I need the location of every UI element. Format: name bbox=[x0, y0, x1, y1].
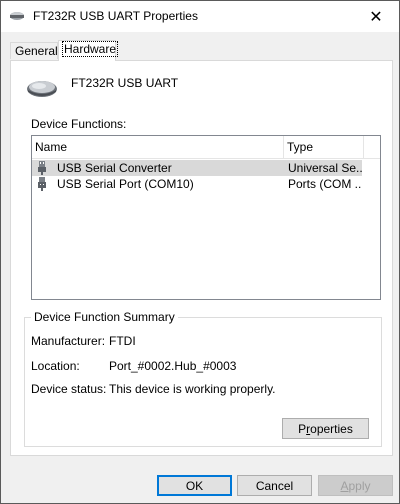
close-button[interactable]: ✕ bbox=[353, 1, 399, 32]
list-item-name: USB Serial Converter bbox=[57, 161, 172, 175]
column-header-type[interactable]: Type bbox=[284, 136, 364, 158]
mouse-icon bbox=[27, 81, 57, 97]
list-item[interactable]: USB Serial Converter Universal Se... bbox=[32, 160, 362, 176]
device-icon bbox=[10, 12, 24, 20]
summary-legend: Device Function Summary bbox=[31, 310, 178, 324]
properties-window: FT232R USB UART Properties ✕ General Har… bbox=[0, 0, 400, 504]
properties-button[interactable]: Pr operties bbox=[282, 418, 369, 439]
device-name: FT232R USB UART bbox=[71, 76, 179, 90]
device-function-summary: Device Function Summary Manufacturer: FT… bbox=[24, 310, 382, 447]
cancel-button[interactable]: Cancel bbox=[237, 475, 312, 496]
list-item-name: USB Serial Port (COM10) bbox=[57, 177, 194, 191]
manufacturer-label: Manufacturer: bbox=[31, 334, 106, 348]
tab-hardware-label: Hardware bbox=[61, 41, 119, 57]
apply-button[interactable]: Apply bbox=[318, 475, 393, 496]
title-bar[interactable]: FT232R USB UART Properties ✕ bbox=[1, 1, 399, 32]
manufacturer-value: FTDI bbox=[109, 334, 136, 348]
apply-button-suffix: pply bbox=[348, 478, 371, 493]
close-icon: ✕ bbox=[369, 8, 383, 26]
window-title: FT232R USB UART Properties bbox=[33, 9, 198, 23]
list-item[interactable]: USB Serial Port (COM10) Ports (COM ... bbox=[32, 176, 362, 192]
tab-hardware[interactable]: Hardware bbox=[58, 40, 119, 61]
list-item-type: Universal Se... bbox=[288, 161, 362, 175]
properties-button-prefix: P bbox=[298, 421, 307, 436]
device-status-label: Device status: bbox=[31, 382, 107, 396]
column-header-name[interactable]: Name bbox=[32, 136, 284, 158]
list-header: Name Type bbox=[32, 136, 380, 159]
usb-plug-icon bbox=[38, 161, 46, 175]
device-status-value: This device is working properly. bbox=[109, 382, 276, 396]
hardware-panel: FT232R USB UART Device Functions: Name T… bbox=[10, 60, 393, 456]
properties-button-suffix: operties bbox=[310, 421, 353, 436]
location-label: Location: bbox=[31, 359, 80, 373]
tab-general[interactable]: General bbox=[10, 42, 58, 59]
device-functions-label: Device Functions: bbox=[31, 117, 127, 131]
device-functions-list[interactable]: Name Type USB Serial Converter Universal… bbox=[31, 135, 381, 300]
serial-port-icon bbox=[38, 177, 46, 191]
ok-button[interactable]: OK bbox=[157, 475, 232, 496]
list-item-type: Ports (COM ... bbox=[288, 177, 362, 191]
apply-button-accelerator: A bbox=[340, 478, 349, 493]
location-value: Port_#0002.Hub_#0003 bbox=[109, 359, 237, 373]
